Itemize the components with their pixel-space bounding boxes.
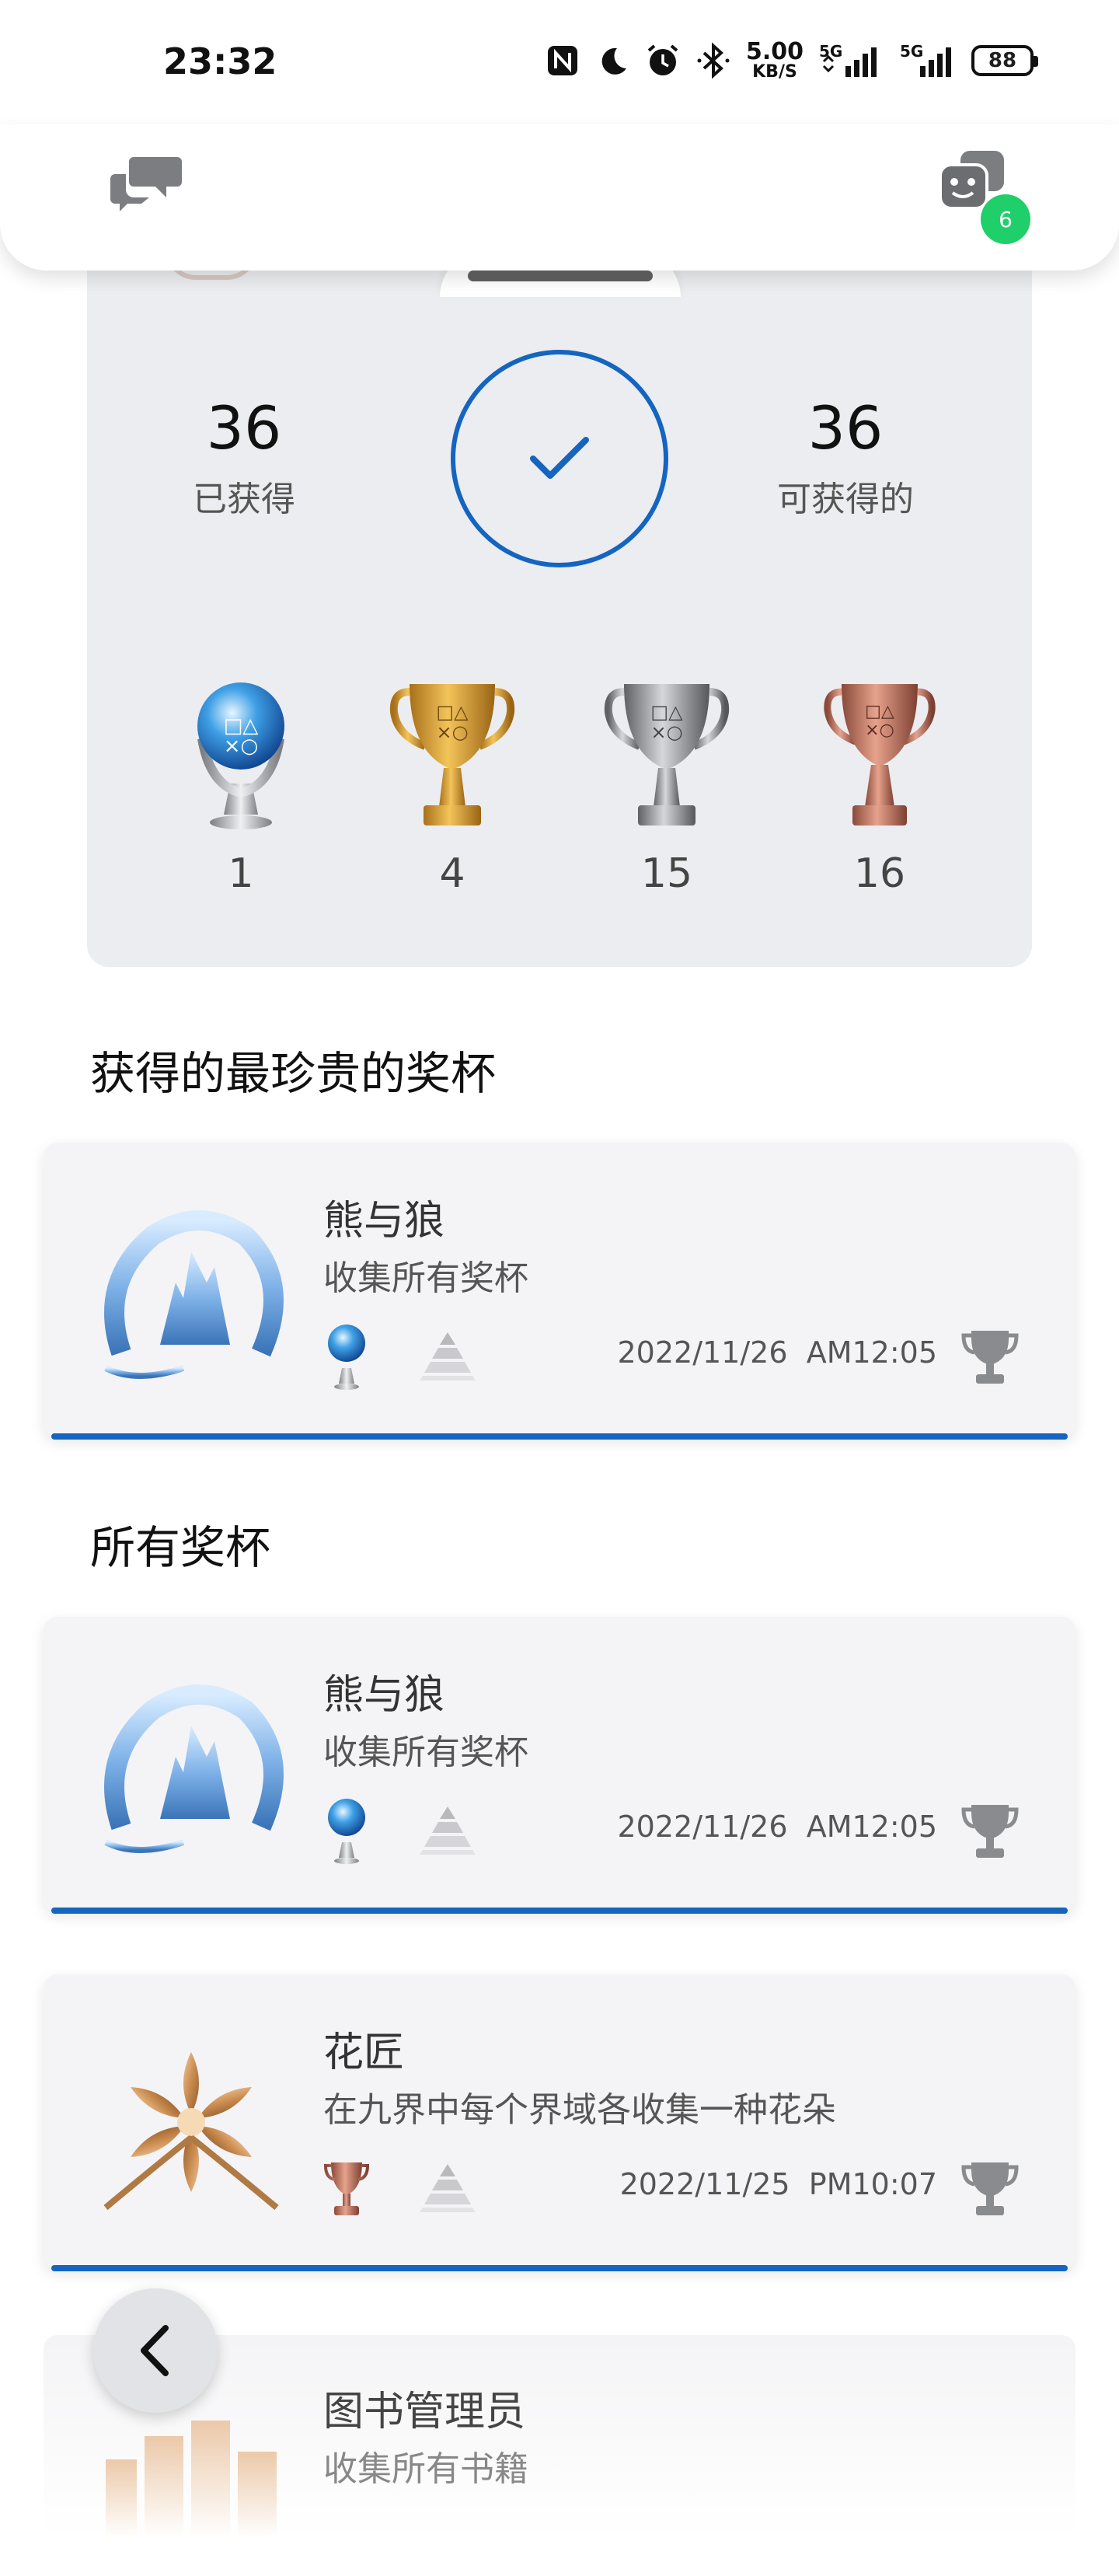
rarity-pyramid-icon [420,1806,476,1855]
trophy-description: 在九界中每个界域各收集一种花朵 [323,2090,836,2130]
back-button[interactable] [93,2288,218,2413]
trophy-name: 花匠 [323,2030,405,2076]
trophy-summary-card: 36 已获得 36 可获得的 □△ ×○ 1 □△ ×○ 4 □△ ×○ 15 … [87,249,1032,967]
trophy-card[interactable]: 熊与狼 收集所有奖杯 2022/11/26 AM12:05 [44,1143,1075,1440]
trophy-card[interactable]: 熊与狼 收集所有奖杯 2022/11/26 AM12:05 [44,1617,1075,1914]
available-label: 可获得的 [777,480,914,519]
flower-trophy-art [103,2052,279,2211]
trophy-name: 图书管理员 [323,2389,526,2435]
trophy-cup-icon [961,2162,1019,2215]
svg-text:×○: ×○ [650,721,682,743]
earned-datetime: 2022/11/25 PM10:07 [620,2167,937,2201]
nfc-icon [547,46,577,75]
trophy-cup-icon [961,1331,1019,1384]
net-speed: 5.00 KB/S [746,40,804,81]
friends-badge: 6 [981,194,1030,244]
bluetooth-icon [697,42,730,79]
trophy-description: 收集所有奖杯 [323,1258,528,1298]
status-time: 23:32 [163,40,277,82]
available-count: 36 [807,393,884,462]
platinum-trophy-icon [328,1799,365,1864]
earned-datetime: 2022/11/26 AM12:05 [618,1335,938,1370]
svg-text:□△: □△ [650,701,683,723]
moon-icon [601,47,626,75]
check-icon [530,437,589,479]
bronze-trophy-icon [323,2162,370,2215]
all-section-title: 所有奖杯 [90,1521,271,1574]
trophy-name: 熊与狼 [323,1198,445,1244]
status-icons: 5.00 KB/S 5G 5G 88 [546,37,1038,84]
trophy-cup-icon [961,1805,1019,1858]
progress-bar [51,2265,1068,2271]
gold-count-col: □△ ×○ 4 [375,676,530,897]
trophy-name: 熊与狼 [323,1672,445,1719]
gold-trophy-icon: □△ ×○ [389,684,515,826]
trophy-description: 收集所有书籍 [323,2449,528,2489]
progress-complete-ring [451,350,668,567]
earned-date: 2022/11/26 [617,1810,788,1844]
gold-count: 4 [439,850,465,897]
rarest-section-title: 获得的最珍贵的奖杯 [90,1047,497,1100]
earned-date: 2022/11/26 [617,1335,788,1370]
bronze-count: 16 [853,850,906,897]
earned-label: 已获得 [193,480,295,519]
alarm-icon [647,44,678,75]
earned-time: AM12:05 [806,1335,937,1370]
net-speed-value: 5.00 [745,38,804,65]
platinum-count-col: □△ ×○ 1 [163,676,319,897]
earned-time: PM10:07 [808,2167,937,2201]
rarity-pyramid-icon [420,1332,476,1380]
svg-text:5G: 5G [900,43,923,61]
bear-wolf-trophy-art [104,1684,284,1853]
svg-text:□△: □△ [865,702,894,721]
bronze-trophy-icon: □△ ×○ [824,684,936,826]
signal-icon: 5G [900,43,951,77]
earned-stat: 36 已获得 [127,393,361,521]
svg-text:×○: ×○ [865,721,894,740]
app-header: 6 [0,124,1119,271]
chat-bubbles-icon[interactable] [110,151,185,213]
platinum-count: 1 [228,850,254,897]
battery-level: 88 [988,49,1017,72]
chevron-left-icon [141,2325,169,2376]
progress-bar [51,1433,1068,1440]
platinum-trophy-icon: □△ ×○ [197,682,284,829]
available-stat: 36 可获得的 [729,393,962,521]
silver-trophy-icon: □△ ×○ [604,684,730,826]
bronze-count-col: □△ ×○ 16 [802,676,957,897]
status-bar: 23:32 5.00 KB/S 5G 5G 88 [0,0,1119,124]
silver-count: 15 [640,850,693,897]
platinum-trophy-icon [328,1325,365,1390]
trophy-card[interactable]: 花匠 在九界中每个界域各收集一种花朵 2022/11/25 PM10:07 [44,1974,1075,2271]
net-speed-unit: KB/S [752,62,797,82]
bear-wolf-trophy-art [104,1210,284,1379]
rarity-pyramid-icon [420,2164,476,2212]
progress-bar [51,1908,1068,1914]
svg-text:×○: ×○ [436,721,468,743]
earned-time: AM12:05 [806,1810,937,1844]
earned-count: 36 [206,393,282,462]
library-trophy-art [106,2421,277,2537]
svg-text:□△: □△ [436,701,469,723]
svg-text:×○: ×○ [224,735,258,758]
trophy-description: 收集所有奖杯 [323,1733,528,1772]
silver-count-col: □△ ×○ 15 [589,676,744,897]
earned-date: 2022/11/25 [619,2167,790,2201]
battery-icon: 88 [971,45,1038,76]
earned-datetime: 2022/11/26 AM12:05 [618,1810,938,1844]
sheet-drag-handle[interactable] [468,271,653,281]
signal-5g-icon: 5G [819,43,877,77]
